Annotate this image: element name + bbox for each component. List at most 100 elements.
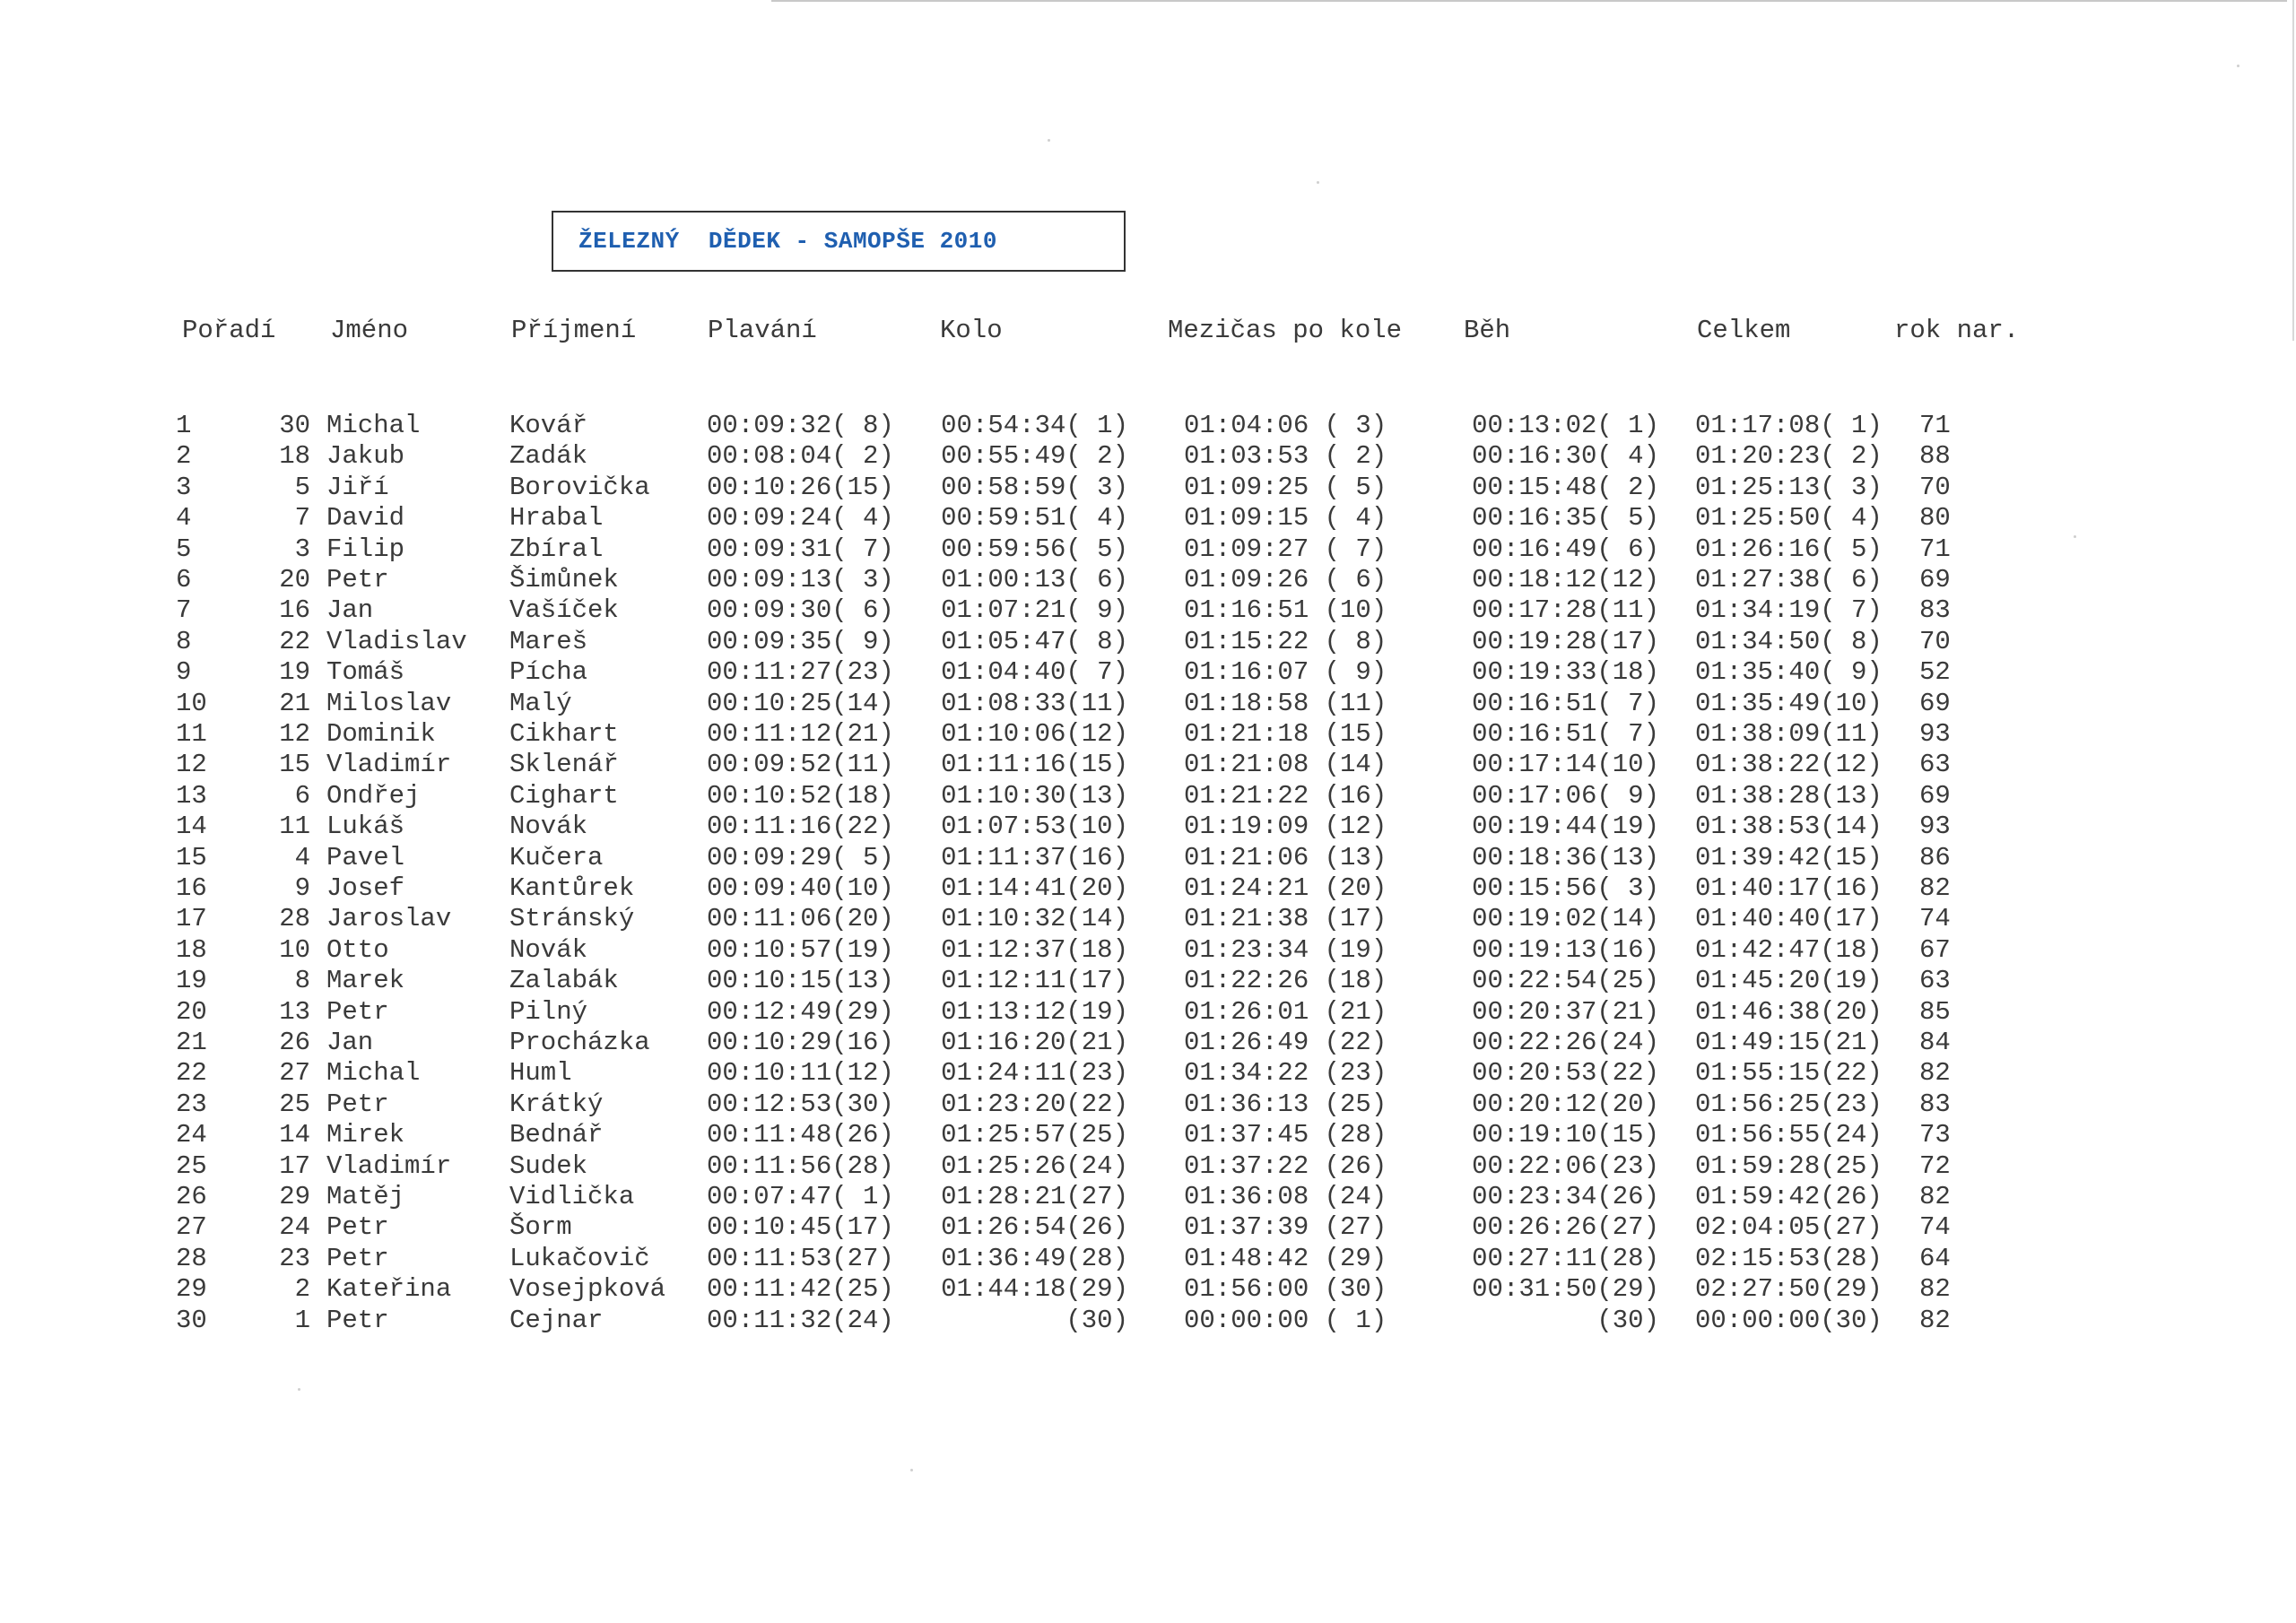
cell-kolo: 01:10:32(14) [941, 904, 1128, 933]
cell-beh: 00:31:50(29) [1472, 1274, 1659, 1304]
cell-jmeno: Tomáš [326, 657, 405, 687]
cell-poradi: 11 [176, 719, 207, 749]
cell-cislo: 6 [294, 781, 310, 811]
cell-jmeno: Petr [326, 565, 389, 595]
cell-kolo: 00:59:51( 4) [941, 503, 1128, 533]
cell-rok: 73 [1919, 1120, 1951, 1150]
cell-mezicas: 01:34:22 (23) [1184, 1058, 1387, 1088]
cell-mezicas: 01:21:18 (15) [1184, 719, 1387, 749]
scan-speck [1317, 181, 1319, 184]
cell-poradi: 12 [176, 750, 207, 779]
cell-mezicas: 01:37:22 (26) [1184, 1151, 1387, 1181]
cell-beh: 00:16:35( 5) [1472, 503, 1659, 533]
cell-poradi: 10 [176, 689, 207, 718]
cell-poradi: 29 [176, 1274, 207, 1304]
cell-cislo: 9 [294, 873, 310, 903]
scan-edge-line [2292, 0, 2294, 341]
cell-cislo: 7 [294, 503, 310, 533]
cell-cislo: 11 [279, 812, 310, 841]
cell-cislo: 29 [279, 1182, 310, 1211]
cell-cislo: 21 [279, 689, 310, 718]
cell-prijmeni: Lukačovič [509, 1244, 650, 1273]
cell-plavani: 00:11:27(23) [707, 657, 894, 687]
cell-plavani: 00:12:53(30) [707, 1089, 894, 1119]
scan-speck [910, 1469, 913, 1471]
cell-celkem: 02:04:05(27) [1695, 1212, 1883, 1242]
cell-rok: 80 [1919, 503, 1951, 533]
cell-plavani: 00:10:25(14) [707, 689, 894, 718]
cell-beh: 00:22:26(24) [1472, 1028, 1659, 1057]
cell-mezicas: 01:26:01 (21) [1184, 997, 1387, 1027]
cell-kolo: 00:59:56( 5) [941, 534, 1128, 564]
cell-rok: 93 [1919, 812, 1951, 841]
cell-poradi: 18 [176, 935, 207, 965]
cell-kolo: 01:14:41(20) [941, 873, 1128, 903]
cell-celkem: 01:40:40(17) [1695, 904, 1883, 933]
cell-beh: 00:19:10(15) [1472, 1120, 1659, 1150]
cell-kolo: 01:36:49(28) [941, 1244, 1128, 1273]
cell-kolo: 01:25:26(24) [941, 1151, 1128, 1181]
cell-kolo: 01:07:21( 9) [941, 595, 1128, 625]
cell-plavani: 00:11:12(21) [707, 719, 894, 749]
cell-prijmeni: Kantůrek [509, 873, 635, 903]
cell-beh: 00:17:28(11) [1472, 595, 1659, 625]
cell-poradi: 13 [176, 781, 207, 811]
cell-plavani: 00:11:06(20) [707, 904, 894, 933]
cell-kolo: 01:10:30(13) [941, 781, 1128, 811]
cell-cislo: 4 [294, 843, 310, 872]
cell-mezicas: 00:00:00 ( 1) [1184, 1306, 1387, 1335]
cell-rok: 70 [1919, 627, 1951, 656]
cell-celkem: 01:59:28(25) [1695, 1151, 1883, 1181]
cell-celkem: 01:17:08( 1) [1695, 411, 1883, 440]
cell-mezicas: 01:56:00 (30) [1184, 1274, 1387, 1304]
cell-celkem: 02:27:50(29) [1695, 1274, 1883, 1304]
cell-cislo: 8 [294, 966, 310, 995]
cell-cislo: 13 [279, 997, 310, 1027]
cell-poradi: 8 [176, 627, 192, 656]
cell-celkem: 01:46:38(20) [1695, 997, 1883, 1027]
cell-beh: 00:15:48( 2) [1472, 473, 1659, 502]
header-beh: Běh [1464, 316, 1511, 345]
cell-mezicas: 01:36:13 (25) [1184, 1089, 1387, 1119]
cell-rok: 70 [1919, 473, 1951, 502]
cell-mezicas: 01:09:27 ( 7) [1184, 534, 1387, 564]
cell-cislo: 30 [279, 411, 310, 440]
cell-prijmeni: Novák [509, 935, 588, 965]
cell-rok: 72 [1919, 1151, 1951, 1181]
cell-poradi: 14 [176, 812, 207, 841]
cell-rok: 63 [1919, 750, 1951, 779]
cell-poradi: 16 [176, 873, 207, 903]
cell-kolo: 01:16:20(21) [941, 1028, 1128, 1057]
cell-kolo: 01:13:12(19) [941, 997, 1128, 1027]
cell-mezicas: 01:09:26 ( 6) [1184, 565, 1387, 595]
cell-mezicas: 01:36:08 (24) [1184, 1182, 1387, 1211]
cell-jmeno: Mirek [326, 1120, 405, 1150]
cell-celkem: 01:38:22(12) [1695, 750, 1883, 779]
cell-prijmeni: Bednář [509, 1120, 604, 1150]
cell-rok: 82 [1919, 1274, 1951, 1304]
cell-jmeno: Pavel [326, 843, 405, 872]
cell-mezicas: 01:21:08 (14) [1184, 750, 1387, 779]
cell-mezicas: 01:04:06 ( 3) [1184, 411, 1387, 440]
cell-prijmeni: Procházka [509, 1028, 650, 1057]
cell-jmeno: Jan [326, 595, 374, 625]
cell-jmeno: Ondřej [326, 781, 421, 811]
cell-rok: 93 [1919, 719, 1951, 749]
cell-beh: 00:18:12(12) [1472, 565, 1659, 595]
cell-plavani: 00:10:26(15) [707, 473, 894, 502]
cell-cislo: 20 [279, 565, 310, 595]
scan-edge-line [771, 0, 2287, 2]
cell-cislo: 27 [279, 1058, 310, 1088]
cell-plavani: 00:12:49(29) [707, 997, 894, 1027]
cell-rok: 82 [1919, 1182, 1951, 1211]
cell-beh: 00:26:26(27) [1472, 1212, 1659, 1242]
cell-prijmeni: Cejnar [509, 1306, 604, 1335]
cell-mezicas: 01:24:21 (20) [1184, 873, 1387, 903]
cell-cislo: 1 [294, 1306, 310, 1335]
cell-beh: 00:23:34(26) [1472, 1182, 1659, 1211]
cell-prijmeni: Vašíček [509, 595, 619, 625]
cell-kolo: 01:07:53(10) [941, 812, 1128, 841]
cell-prijmeni: Šorm [509, 1212, 572, 1242]
cell-jmeno: Jan [326, 1028, 374, 1057]
cell-beh: 00:16:30( 4) [1472, 441, 1659, 471]
